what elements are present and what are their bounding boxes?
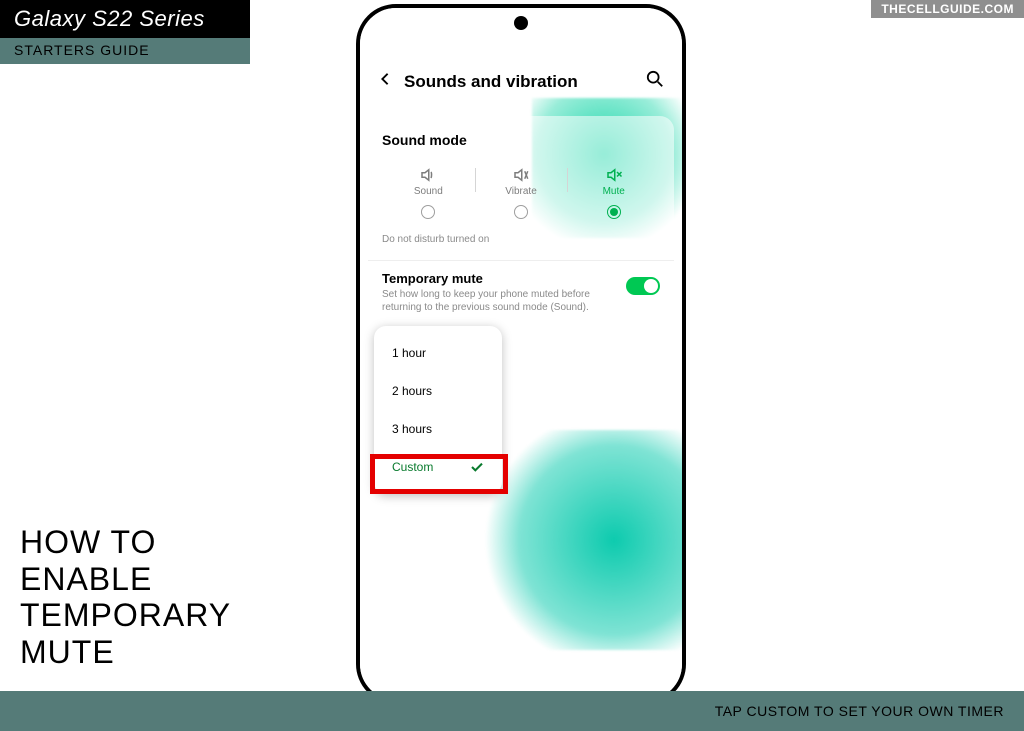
temporary-mute-title: Temporary mute (382, 271, 616, 286)
temporary-mute-desc: Set how long to keep your phone muted be… (382, 288, 616, 314)
mode-sound[interactable]: Sound (382, 166, 475, 219)
mode-vibrate[interactable]: Vibrate (475, 166, 568, 219)
sound-mode-options: Sound Vibrate Mute (382, 166, 660, 219)
radio-vibrate[interactable] (514, 205, 528, 219)
mode-mute[interactable]: Mute (567, 166, 660, 219)
popup-item-3hours[interactable]: 3 hours (374, 410, 502, 448)
footer-bar: TAP CUSTOM TO SET YOUR OWN TIMER (0, 691, 1024, 731)
dnd-status: Do not disturb turned on (382, 234, 489, 245)
phone-frame: Sounds and vibration Sound mode Sound (356, 4, 686, 704)
sound-mode-card: Sound mode Sound Vibrate (368, 116, 674, 241)
radio-sound[interactable] (421, 205, 435, 219)
radio-mute[interactable] (607, 205, 621, 219)
popup-item-custom[interactable]: Custom (374, 448, 502, 486)
brand-series-bar: Galaxy S22 Series (0, 0, 250, 38)
check-icon (470, 462, 484, 472)
brand-series-text: Galaxy S22 Series (14, 6, 205, 31)
sound-mode-label: Sound mode (382, 132, 660, 148)
temporary-mute-block: Temporary mute Set how long to keep your… (368, 260, 674, 328)
back-icon[interactable] (378, 72, 392, 91)
popup-item-1hour[interactable]: 1 hour (374, 334, 502, 372)
speaker-icon (419, 166, 437, 184)
brand-subtitle-text: STARTERS GUIDE (14, 42, 150, 58)
mode-vibrate-label: Vibrate (505, 186, 537, 197)
brand-block: Galaxy S22 Series STARTERS GUIDE (0, 0, 250, 64)
duration-popup: 1 hour 2 hours 3 hours Custom (374, 326, 502, 494)
app-header: Sounds and vibration (360, 70, 682, 93)
mute-icon (605, 166, 623, 184)
brand-subtitle-bar: STARTERS GUIDE (0, 38, 250, 64)
vibrate-icon (512, 166, 530, 184)
search-icon[interactable] (646, 70, 664, 93)
watermark-label: THECELLGUIDE.COM (871, 0, 1024, 18)
popup-item-2hours[interactable]: 2 hours (374, 372, 502, 410)
mode-mute-label: Mute (603, 186, 625, 197)
guide-headline: HOW TO ENABLE TEMPORARY MUTE (20, 524, 231, 671)
wallpaper-splash-bottom (482, 430, 686, 650)
footer-instruction: TAP CUSTOM TO SET YOUR OWN TIMER (715, 703, 1004, 719)
guide-headline-text: HOW TO ENABLE TEMPORARY MUTE (20, 524, 231, 670)
phone-screen: Sounds and vibration Sound mode Sound (360, 8, 682, 700)
page-title: Sounds and vibration (404, 72, 634, 92)
mode-sound-label: Sound (414, 186, 443, 197)
popup-item-custom-label: Custom (392, 460, 433, 474)
temporary-mute-toggle[interactable] (626, 277, 660, 295)
